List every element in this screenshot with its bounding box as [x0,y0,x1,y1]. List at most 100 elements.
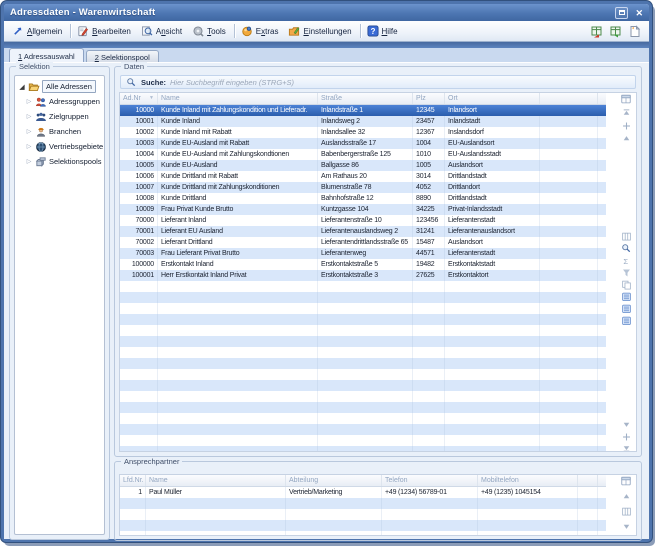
tree-item-selektionspools[interactable]: ▷Selektionspools [15,154,104,169]
tree-item-vertriebsgebiete[interactable]: ▷Vertriebsgebiete [15,139,104,154]
list-icon[interactable] [620,303,632,314]
close-window-button[interactable]: ✕ [635,7,643,19]
cell: Ballgasse 86 [318,160,413,171]
search-input[interactable]: Suche: Hier Suchbegriff eingeben (STRG+S… [120,75,636,89]
plus-icon[interactable] [620,431,632,442]
table-row[interactable]: 70002Lieferant DrittlandLieferantendritt… [120,237,606,248]
cell: 1 [120,487,146,498]
tab-2-selektionspool[interactable]: 2 Selektionspool [86,50,159,62]
table-row[interactable]: 10001Kunde InlandInlandsweg 223457Inland… [120,116,606,127]
search-icon[interactable] [620,243,632,254]
up-icon[interactable] [620,491,632,502]
tree-item-alle-adressen[interactable]: ◢Alle Adressen [15,79,104,94]
table-row[interactable]: 1Paul MüllerVertrieb/Marketing+49 (1234)… [120,487,606,498]
cell: 8890 [413,193,445,204]
down-icon[interactable] [620,521,632,532]
table-row[interactable]: 10003Kunde EU-Ausland mit RabattAuslands… [120,138,606,149]
restore-window-button[interactable] [615,7,628,19]
table-row-empty[interactable] [120,402,606,413]
down-icon[interactable] [620,419,632,430]
table-row[interactable]: 10007Kunde Drittland mit Zahlungskonditi… [120,182,606,193]
tree-item-zielgruppen[interactable]: ▷Zielgruppen [15,109,104,124]
table-row[interactable]: 10005Kunde EU-AuslandBallgasse 861005Aus… [120,160,606,171]
table-row[interactable]: 70001Lieferant EU AuslandLieferantenausl… [120,226,606,237]
cell [445,424,540,435]
cell [158,358,318,369]
table-row-empty[interactable] [120,292,606,303]
column-header-ort[interactable]: Ort [445,93,540,104]
column-chooser-icon[interactable] [620,94,632,105]
sum-icon[interactable]: Σ [620,255,632,266]
cell: Lieferant Inland [158,215,318,226]
column-header-telefon[interactable]: Telefon [382,475,478,486]
tab-1-adressauswahl[interactable]: 1 Adressauswahl [9,48,84,62]
table-row[interactable]: 10006Kunde Drittland mit RabattAm Rathau… [120,171,606,182]
column-header-straße[interactable]: Straße [318,93,413,104]
table-row-empty[interactable] [120,531,606,536]
table-row[interactable]: 70000Lieferant InlandLieferantenstraße 1… [120,215,606,226]
column-header-mobiltelefon[interactable]: Mobiltelefon [478,475,578,486]
menu-item-ansicht[interactable]: Ansicht [137,23,188,39]
tree-expanded-icon[interactable]: ◢ [18,83,26,91]
table-import-icon[interactable] [590,25,603,38]
menu-item-allgemein[interactable]: Allgemein [8,23,68,39]
menu-item-einstellungen[interactable]: Einstellungen [284,23,357,39]
new-document-icon[interactable] [628,25,641,38]
table-row[interactable]: 10004Kunde EU-Ausland mit Zahlungskondti… [120,149,606,160]
column-header-name[interactable]: Name [158,93,318,104]
tree-collapsed-icon[interactable]: ▷ [25,113,33,120]
table-row[interactable]: 70003Frau Lieferant Privat BruttoLiefera… [120,248,606,259]
table-row-empty[interactable] [120,336,606,347]
list-icon[interactable] [620,291,632,302]
table-row[interactable]: 10000Kunde Inland mit Zahlungskondition … [120,105,606,116]
table-row-empty[interactable] [120,446,606,452]
table-row-empty[interactable] [120,347,606,358]
menu-item-hilfe[interactable]: ?Hilfe [363,23,404,39]
table-row-empty[interactable] [120,424,606,435]
top-icon[interactable] [620,107,632,118]
table-row[interactable]: 10009Frau Privat Kunde BruttoKuntzgasse … [120,204,606,215]
column-header-lfd-nr[interactable]: Lfd.Nr. [120,475,146,486]
table-row-empty[interactable] [120,498,606,509]
table-row-empty[interactable] [120,358,606,369]
tree-collapsed-icon[interactable]: ▷ [25,128,33,135]
table-row-empty[interactable] [120,314,606,325]
menu-item-tools[interactable]: Tools [188,23,232,39]
tree-item-adressgruppen[interactable]: ▷Adressgruppen [15,94,104,109]
table-row-empty[interactable] [120,281,606,292]
table-row-empty[interactable] [120,369,606,380]
table-export-icon[interactable] [609,25,622,38]
menu-item-bearbeiten[interactable]: Bearbeiten [73,23,137,39]
column-header-name[interactable]: Name [146,475,286,486]
tree-collapsed-icon[interactable]: ▷ [25,158,33,165]
menu-item-extras[interactable]: Extras [237,23,285,39]
table-row[interactable]: 10008Kunde DrittlandBahnhofstraße 128890… [120,193,606,204]
table-row-empty[interactable] [120,391,606,402]
table-row-empty[interactable] [120,520,606,531]
tree-collapsed-icon[interactable]: ▷ [25,98,33,105]
column-header-ad-nr[interactable]: Ad.Nr▼ [120,93,158,104]
tree-item-branchen[interactable]: ▷Branchen [15,124,104,139]
table-row-empty[interactable] [120,303,606,314]
list-icon[interactable] [620,315,632,326]
tree-collapsed-icon[interactable]: ▷ [25,143,33,150]
table-row-empty[interactable] [120,435,606,446]
copy-icon[interactable] [620,279,632,290]
column-header-abteilung[interactable]: Abteilung [286,475,382,486]
table-row[interactable]: 100000Erstkontakt InlandErstkontaktstraß… [120,259,606,270]
column-header-plz[interactable]: Plz [413,93,445,104]
table-row-empty[interactable] [120,413,606,424]
cell [413,281,445,292]
table-row-empty[interactable] [120,509,606,520]
card-view-icon[interactable] [620,506,632,517]
filter-icon[interactable] [620,267,632,278]
table-row[interactable]: 10002Kunde Inland mit RabattInlandsallee… [120,127,606,138]
table-row[interactable]: 100001Herr Erstkontakt Inland PrivatErst… [120,270,606,281]
plus-icon[interactable] [620,120,632,131]
table-row-empty[interactable] [120,325,606,336]
column-chooser-icon[interactable] [620,476,632,487]
up-icon[interactable] [620,133,632,144]
card-view-icon[interactable] [620,231,632,242]
table-row-empty[interactable] [120,380,606,391]
bottom-icon[interactable] [620,443,632,452]
